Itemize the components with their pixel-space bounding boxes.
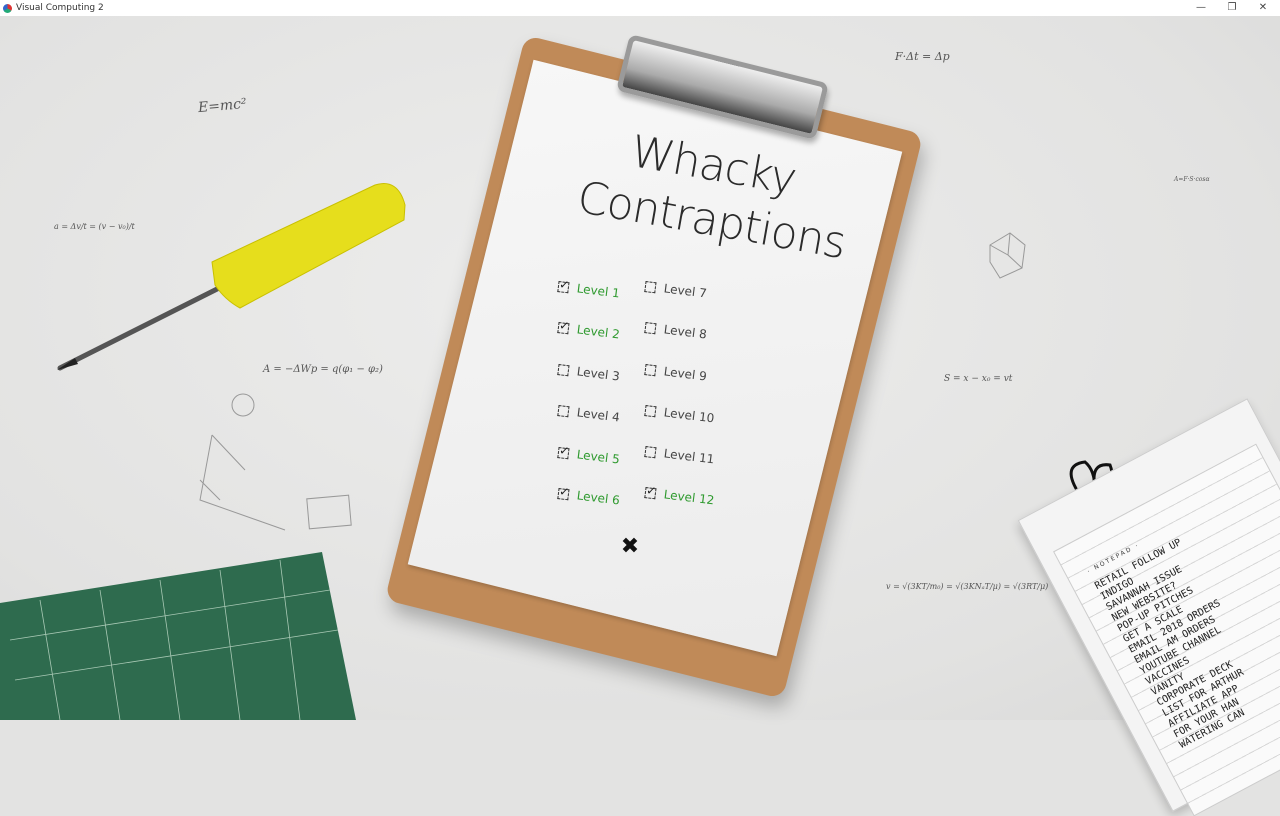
level-checkbox [557,363,570,376]
checkmark-icon: ✓ [645,482,658,498]
level-checkbox: ✓ [557,317,571,334]
level-checkbox [557,404,570,417]
checkmark-icon: ✓ [558,317,571,333]
level-checkbox: ✓ [557,483,571,500]
level-checkbox [644,404,657,417]
level-checkbox: ✓ [644,482,658,499]
cutting-mat [0,552,356,720]
checkmark-icon: ✓ [558,483,571,499]
level-checkbox [644,363,657,376]
level-checkbox [644,280,657,293]
close-menu-button[interactable]: ✖ [619,536,641,558]
level-checkbox [644,445,657,458]
level-checkbox: ✓ [557,276,571,293]
checkmark-icon: ✓ [558,442,571,458]
level-checkbox: ✓ [557,442,571,459]
level-checkbox [644,321,657,334]
checkmark-icon: ✓ [558,276,571,292]
screwdriver-icon [57,183,406,371]
